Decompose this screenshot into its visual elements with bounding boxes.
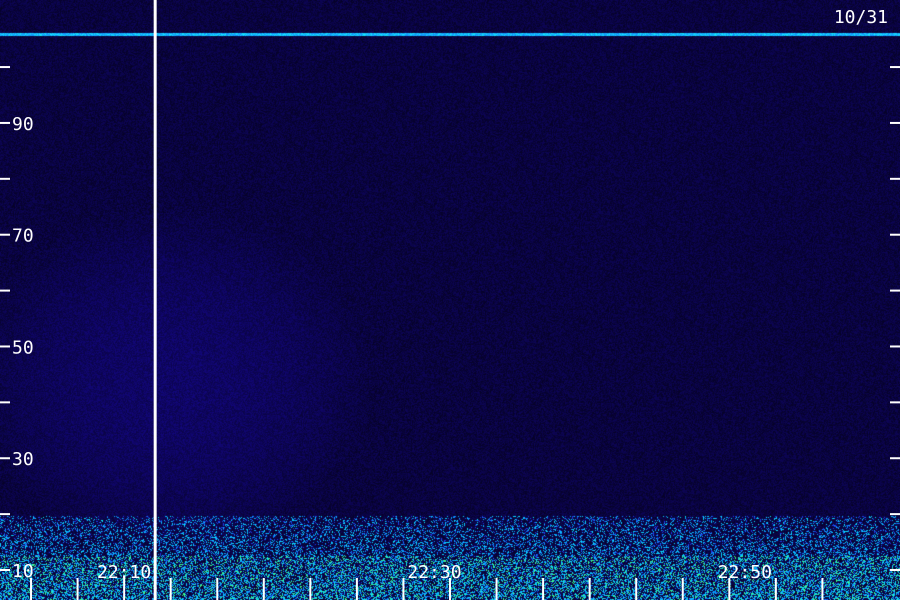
date-label: 10/31 bbox=[834, 7, 888, 28]
y-tick-label: 30 bbox=[12, 449, 34, 470]
spectrogram-plot: 90 70 50 30 10 22:10 22:30 22:50 10/31 bbox=[0, 0, 900, 600]
spectrogram-overlay: 9070503010 22:10 22:30 22:5010/31 bbox=[0, 0, 900, 600]
y-tick-label: 90 bbox=[12, 114, 34, 135]
x-tick-label: 22:10 bbox=[97, 562, 151, 583]
y-tick-label: 50 bbox=[12, 337, 34, 358]
x-tick-label: 22:30 bbox=[407, 562, 461, 583]
y-tick-label: 70 bbox=[12, 226, 34, 247]
x-tick-label: 22:50 bbox=[718, 562, 772, 583]
